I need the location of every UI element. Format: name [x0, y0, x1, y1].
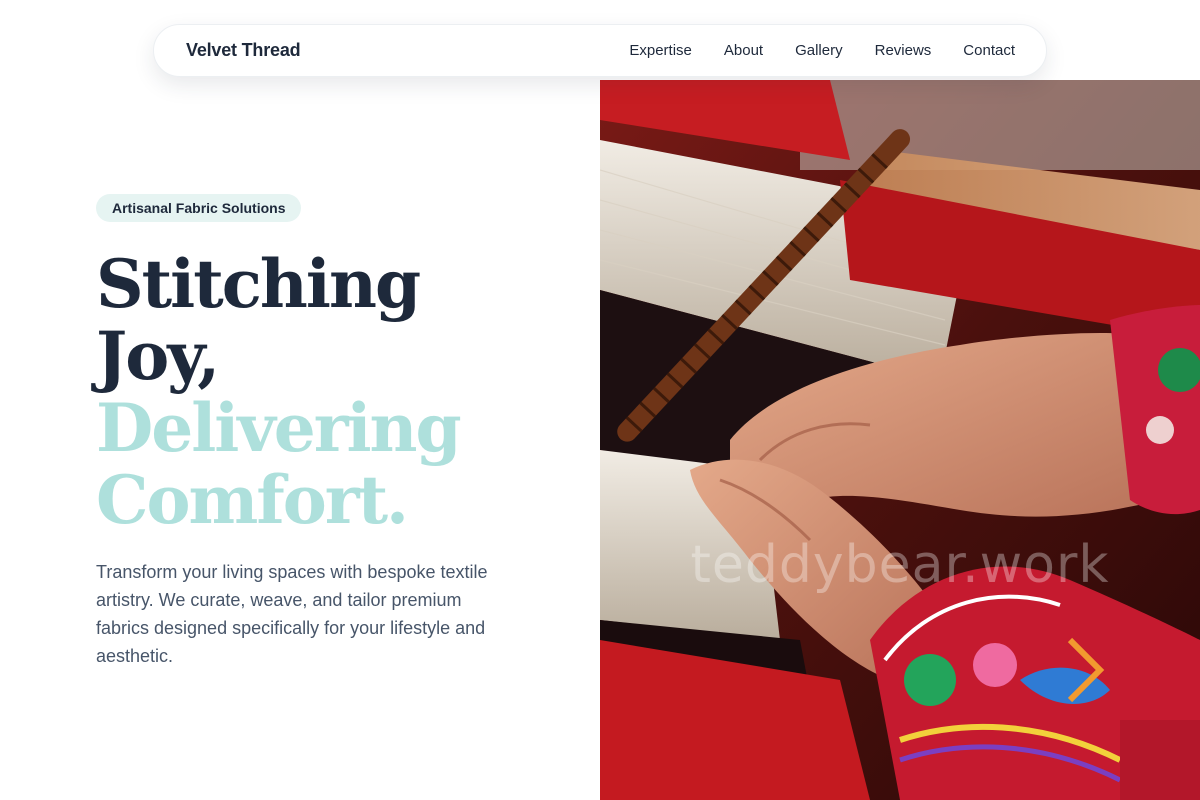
nav-links: Expertise About Gallery Reviews Contact [629, 42, 1015, 59]
weaving-illustration [600, 80, 1200, 800]
navbar: Velvet Thread Expertise About Gallery Re… [153, 24, 1047, 77]
brand-logo[interactable]: Velvet Thread [186, 40, 301, 61]
nav-link-gallery[interactable]: Gallery [795, 42, 843, 59]
image-watermark: teddybear.work [690, 535, 1110, 595]
headline-line-1: Stitching [96, 245, 421, 323]
headline-line-2: Joy, [96, 317, 220, 395]
hero-image-weaving: teddybear.work [600, 80, 1200, 800]
nav-link-about[interactable]: About [724, 42, 763, 59]
nav-link-contact[interactable]: Contact [963, 42, 1015, 59]
nav-link-expertise[interactable]: Expertise [629, 42, 692, 59]
hero-headline: Stitching Joy, Delivering Comfort. [96, 245, 462, 539]
nav-link-reviews[interactable]: Reviews [875, 42, 932, 59]
headline-line-3: Delivering [96, 389, 462, 467]
hero-badge: Artisanal Fabric Solutions [96, 194, 302, 222]
headline-line-4: Comfort. [96, 461, 409, 539]
hero-description: Transform your living spaces with bespok… [96, 562, 488, 666]
